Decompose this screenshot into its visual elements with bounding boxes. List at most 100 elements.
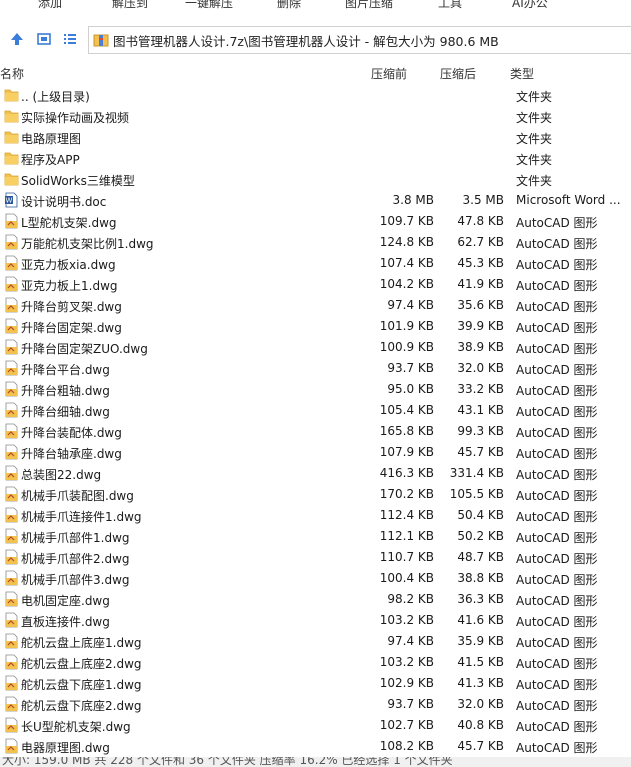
file-type: AutoCAD 图形 [516,426,598,440]
file-size: 101.9 KB [379,319,434,333]
file-name: 舵机云盘上底座2.dwg [21,657,142,671]
column-packed[interactable]: 压缩后 [440,65,476,82]
file-row[interactable]: .. (上级目录) 文件夹 [0,85,631,106]
dwg-file-icon [4,612,19,628]
column-name[interactable]: 名称 [0,65,24,82]
file-type: 文件夹 [516,132,553,146]
file-row[interactable]: 机械手爪部件1.dwg 112.1 KB 50.2 KB AutoCAD 图形 [0,526,631,547]
file-size: 108.2 KB [379,739,434,753]
add-button[interactable]: 添加 [38,0,62,11]
list-view-icon[interactable] [62,31,78,47]
up-arrow-icon[interactable] [9,31,25,47]
file-row[interactable]: 机械手爪部件2.dwg 110.7 KB 48.7 KB AutoCAD 图形 [0,547,631,568]
file-name: 万能舵机支架比例1.dwg [21,237,154,251]
file-row[interactable]: 升降台固定架.dwg 101.9 KB 39.9 KB AutoCAD 图形 [0,316,631,337]
file-row[interactable]: 实际操作动画及视频 文件夹 [0,106,631,127]
file-row[interactable]: 升降台轴承座.dwg 107.9 KB 45.7 KB AutoCAD 图形 [0,442,631,463]
file-row[interactable]: 舵机云盘下底座2.dwg 93.7 KB 32.0 KB AutoCAD 图形 [0,694,631,715]
file-size: 124.8 KB [379,235,434,249]
file-row[interactable]: 升降台细轴.dwg 105.4 KB 43.1 KB AutoCAD 图形 [0,400,631,421]
image-compress-button[interactable]: 图片压缩 [345,0,393,11]
file-row[interactable]: 升降台剪叉架.dwg 97.4 KB 35.6 KB AutoCAD 图形 [0,295,631,316]
dwg-file-icon [4,570,19,586]
toolbar: 添加 解压到 一键解压 删除 图片压缩 工具 AI办公 [0,0,631,14]
file-name: 亚克力板上1.dwg [21,279,118,293]
file-name: 机械手爪部件1.dwg [21,531,130,545]
path-field[interactable]: 图书管理机器人设计.7z\图书管理机器人设计 - 解包大小为 980.6 MB [88,26,631,54]
extract-to-button[interactable]: 解压到 [112,0,148,11]
file-packed-size: 50.4 KB [457,508,504,522]
file-packed-size: 105.5 KB [449,487,504,501]
file-size: 109.7 KB [379,214,434,228]
column-size[interactable]: 压缩前 [371,65,407,82]
file-type: AutoCAD 图形 [516,258,598,272]
file-name: 升降台轴承座.dwg [21,447,122,461]
file-name: 升降台细轴.dwg [21,405,110,419]
file-row[interactable]: W 设计说明书.doc 3.8 MB 3.5 MB Microsoft Word ... [0,190,631,211]
file-packed-size: 43.1 KB [457,403,504,417]
file-row[interactable]: 总装图22.dwg 416.3 KB 331.4 KB AutoCAD 图形 [0,463,631,484]
svg-text:W: W [6,197,13,205]
file-row[interactable]: 电机固定座.dwg 98.2 KB 36.3 KB AutoCAD 图形 [0,589,631,610]
file-name: 长U型舵机支架.dwg [21,720,131,734]
file-row[interactable]: 机械手爪装配图.dwg 170.2 KB 105.5 KB AutoCAD 图形 [0,484,631,505]
file-size: 416.3 KB [379,466,434,480]
file-row[interactable]: 亚克力板上1.dwg 104.2 KB 41.9 KB AutoCAD 图形 [0,274,631,295]
delete-button[interactable]: 删除 [277,0,301,11]
file-name: 机械手爪部件2.dwg [21,552,130,566]
file-packed-size: 39.9 KB [457,319,504,333]
view-icon[interactable] [36,31,52,47]
file-row[interactable]: 升降台固定架ZUO.dwg 100.9 KB 38.9 KB AutoCAD 图形 [0,337,631,358]
tools-button[interactable]: 工具 [438,0,462,11]
ai-office-button[interactable]: AI办公 [512,0,548,11]
file-size: 110.7 KB [379,550,434,564]
file-name: 亚克力板xia.dwg [21,258,116,272]
file-packed-size: 40.8 KB [457,718,504,732]
file-type: AutoCAD 图形 [516,237,598,251]
dwg-file-icon [4,696,19,712]
one-click-extract-button[interactable]: 一键解压 [185,0,233,11]
file-name: 电路原理图 [21,132,82,146]
file-row[interactable]: 升降台装配体.dwg 165.8 KB 99.3 KB AutoCAD 图形 [0,421,631,442]
file-row[interactable]: 升降台粗轴.dwg 95.0 KB 33.2 KB AutoCAD 图形 [0,379,631,400]
file-packed-size: 38.8 KB [457,571,504,585]
column-type[interactable]: 类型 [510,65,534,82]
archive-icon [93,34,109,47]
file-name: .. (上级目录) [21,90,90,104]
file-type: AutoCAD 图形 [516,741,598,755]
file-packed-size: 41.9 KB [457,277,504,291]
file-packed-size: 99.3 KB [457,424,504,438]
dwg-file-icon [4,255,19,271]
file-row[interactable]: SolidWorks三维模型 文件夹 [0,169,631,190]
file-row[interactable]: 万能舵机支架比例1.dwg 124.8 KB 62.7 KB AutoCAD 图形 [0,232,631,253]
file-row[interactable]: 升降台平台.dwg 93.7 KB 32.0 KB AutoCAD 图形 [0,358,631,379]
folder-icon [4,150,19,166]
file-size: 170.2 KB [379,487,434,501]
file-row[interactable]: 长U型舵机支架.dwg 102.7 KB 40.8 KB AutoCAD 图形 [0,715,631,736]
file-type: AutoCAD 图形 [516,342,598,356]
file-row[interactable]: 电路原理图 文件夹 [0,127,631,148]
file-row[interactable]: 机械手爪连接件1.dwg 112.4 KB 50.4 KB AutoCAD 图形 [0,505,631,526]
file-size: 93.7 KB [387,361,434,375]
file-packed-size: 32.0 KB [457,697,504,711]
file-row[interactable]: 舵机云盘上底座1.dwg 97.4 KB 35.9 KB AutoCAD 图形 [0,631,631,652]
file-row[interactable]: 电器原理图.dwg 108.2 KB 45.7 KB AutoCAD 图形 [0,736,631,757]
file-type: 文件夹 [516,111,553,125]
file-row[interactable]: 机械手爪部件3.dwg 100.4 KB 38.8 KB AutoCAD 图形 [0,568,631,589]
file-row[interactable]: 直板连接件.dwg 103.2 KB 41.6 KB AutoCAD 图形 [0,610,631,631]
file-type: 文件夹 [516,174,553,188]
file-row[interactable]: 舵机云盘下底座1.dwg 102.9 KB 41.3 KB AutoCAD 图形 [0,673,631,694]
file-size: 107.9 KB [379,445,434,459]
file-row[interactable]: 亚克力板xia.dwg 107.4 KB 45.3 KB AutoCAD 图形 [0,253,631,274]
file-name: 升降台装配体.dwg [21,426,122,440]
file-type: AutoCAD 图形 [516,615,598,629]
file-size: 95.0 KB [387,382,434,396]
file-size: 97.4 KB [387,298,434,312]
file-type: AutoCAD 图形 [516,552,598,566]
file-row[interactable]: 程序及APP 文件夹 [0,148,631,169]
file-type: AutoCAD 图形 [516,699,598,713]
file-row[interactable]: L型舵机支架.dwg 109.7 KB 47.8 KB AutoCAD 图形 [0,211,631,232]
dwg-file-icon [4,402,19,418]
file-type: AutoCAD 图形 [516,447,598,461]
file-row[interactable]: 舵机云盘上底座2.dwg 103.2 KB 41.5 KB AutoCAD 图形 [0,652,631,673]
